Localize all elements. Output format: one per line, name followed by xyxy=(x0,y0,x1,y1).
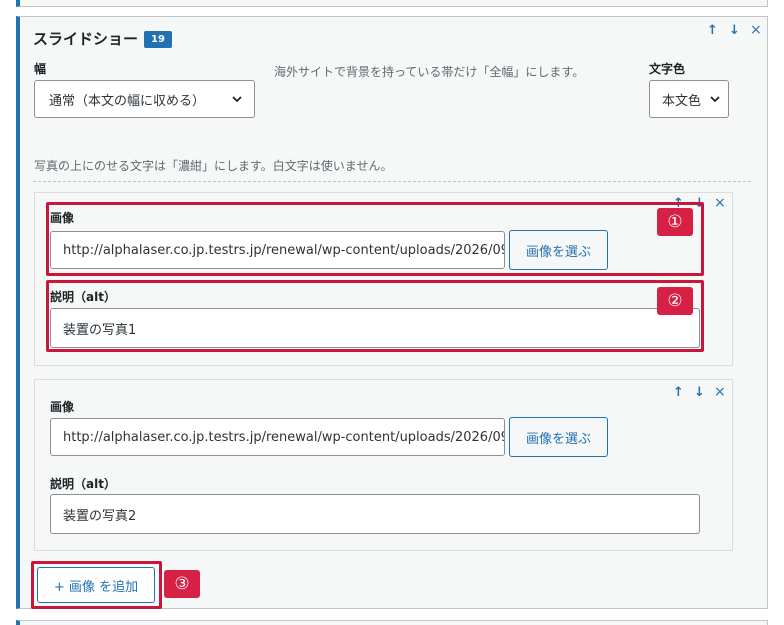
text-note: 写真の上にのせる文字は「濃紺」にします。白文字は使いません。 xyxy=(34,159,393,173)
chevron-down-icon xyxy=(232,96,242,103)
block-number-badge: 19 xyxy=(144,31,172,48)
alt-text-input[interactable]: 装置の写真2 xyxy=(50,494,700,534)
previous-block-edge xyxy=(0,0,784,8)
image-label: 画像 xyxy=(50,400,75,414)
width-label: 幅 xyxy=(34,62,47,76)
choose-image-button[interactable]: 画像を選ぶ xyxy=(509,417,608,457)
width-help-text: 海外サイトで背景を持っている帯だけ「全幅」にします。 xyxy=(274,65,585,79)
move-up-icon[interactable]: ↑ xyxy=(673,385,684,400)
annotation-marker-1: ① xyxy=(657,208,693,236)
block-title: スライドショー xyxy=(33,30,139,48)
remove-item-icon[interactable]: × xyxy=(714,195,726,211)
chevron-down-icon xyxy=(710,96,720,103)
annotation-marker-2: ② xyxy=(657,287,693,315)
annotation-marker-3: ③ xyxy=(164,570,200,598)
width-select-value: 通常（本文の幅に収める） xyxy=(49,93,206,109)
text-color-label: 文字色 xyxy=(649,62,686,76)
width-select[interactable]: 通常（本文の幅に収める） xyxy=(34,80,255,118)
next-block-edge xyxy=(16,620,768,625)
remove-block-icon[interactable]: × xyxy=(750,22,762,38)
move-up-icon[interactable]: ↑ xyxy=(707,23,718,38)
divider xyxy=(33,181,751,182)
remove-item-icon[interactable]: × xyxy=(714,384,726,400)
move-down-icon[interactable]: ↓ xyxy=(694,385,705,400)
move-down-icon[interactable]: ↓ xyxy=(729,23,740,38)
slideshow-block: スライドショー 19 ↑ ↓ × 幅 通常（本文の幅に収める） 海外サイトで背景… xyxy=(16,16,768,609)
text-color-select[interactable]: 本文色 xyxy=(649,80,729,118)
slide-item-card: ↑ ↓ × 画像 http://alphalaser.co.jp.testrs.… xyxy=(34,379,733,551)
alt-label: 説明（alt） xyxy=(50,477,116,491)
image-url-input[interactable]: http://alphalaser.co.jp.testrs.jp/renewa… xyxy=(50,418,505,456)
annotation-highlight-image xyxy=(46,202,704,276)
text-color-select-value: 本文色 xyxy=(662,93,702,109)
annotation-highlight-alt xyxy=(46,280,704,352)
add-image-button[interactable]: + 画像 を追加 xyxy=(37,567,155,603)
